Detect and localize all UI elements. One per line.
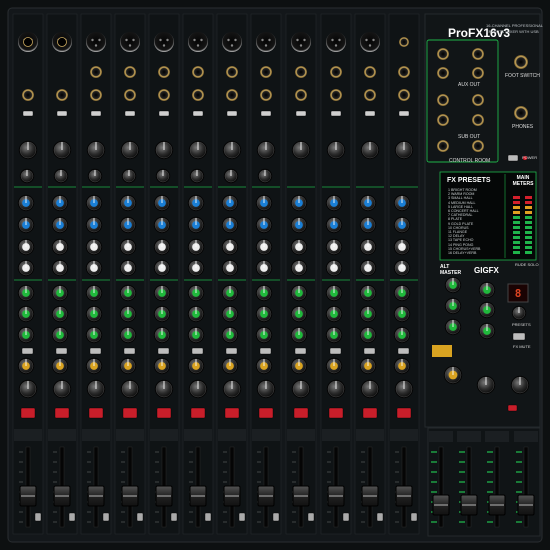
fx-presets-title: FX PRESETS bbox=[447, 177, 491, 184]
fx-mute-label: FX MUTE bbox=[513, 344, 531, 349]
control-room-label: CONTROL ROOM bbox=[449, 158, 491, 164]
brand-tagline-2: EFFECTS MIXER WITH USB bbox=[486, 29, 539, 34]
brand-tagline-1: 16-CHANNEL PROFESSIONAL bbox=[486, 23, 543, 28]
phones-label: PHONES bbox=[512, 124, 534, 130]
sub-out-label: SUB OUT bbox=[458, 134, 481, 140]
main-meters-title: MAIN METERS bbox=[512, 175, 534, 187]
fx-preset-item: 16 DELAY+VERB bbox=[448, 251, 477, 256]
rude-solo-label: RUDE SOLO bbox=[515, 262, 539, 267]
fx-preset-list: 1 BRIGHT ROOM 2 WARM ROOM 3 SMALL HALL 4 ME… bbox=[448, 188, 502, 255]
gigfx-label: GIGFX bbox=[474, 266, 499, 275]
aux-out-label: AUX OUT bbox=[458, 82, 481, 88]
fx-preset-display: 8 bbox=[514, 287, 522, 300]
foot-switch-label: FOOT SWITCH bbox=[505, 73, 540, 79]
alt-master-label: ALT MASTER bbox=[440, 264, 462, 276]
presets-label: PRESETS bbox=[512, 322, 531, 327]
power-label: POWER bbox=[522, 155, 538, 160]
